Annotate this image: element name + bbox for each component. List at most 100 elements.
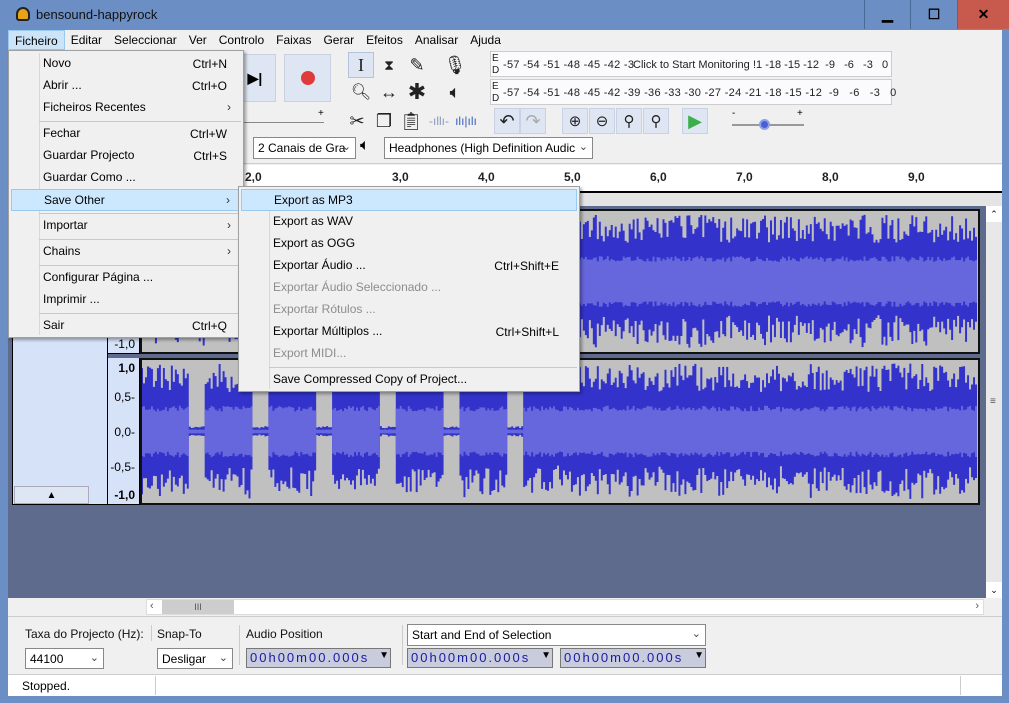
menu-item-abrir[interactable]: Abrir ... Ctrl+O	[11, 75, 241, 97]
play-speed-thumb[interactable]	[758, 119, 770, 130]
recording-channels-select[interactable]: 2 Canais de Gra ⌄	[253, 137, 356, 159]
selection-end-value: 00h00m00.000s	[564, 650, 684, 665]
horizontal-scrollbar[interactable]: ‹ ›	[146, 599, 984, 615]
dropdown-arrow-icon: ▼	[694, 650, 704, 661]
menu-ficheiro[interactable]: Ficheiro	[8, 30, 65, 50]
menu-editar[interactable]: Editar	[65, 30, 108, 50]
menu-analisar[interactable]: Analisar	[409, 30, 464, 50]
menu-gerar[interactable]: Gerar	[317, 30, 360, 50]
submenu-arrow-icon: ›	[227, 244, 231, 258]
snap-to-select[interactable]: Desligar ⌄	[157, 648, 233, 669]
audio-position-field[interactable]: 00h00m00.000s ▼	[246, 648, 391, 668]
undo-button[interactable]: ↶	[494, 108, 520, 134]
channel-e-label: E	[492, 81, 499, 92]
menu-ver[interactable]: Ver	[183, 30, 213, 50]
speaker-icon: 🔈︎	[360, 137, 370, 154]
cut-button[interactable]: ✂	[344, 108, 370, 134]
menu-separator	[39, 213, 241, 214]
menu-item-label: Abrir ...	[43, 78, 82, 92]
paste-button[interactable]: 📋︎	[398, 108, 424, 134]
volume-slider-track[interactable]	[240, 122, 324, 123]
shortcut: Ctrl+O	[191, 79, 227, 93]
playback-meter[interactable]: E D -57 -54 -51 -48 -45 -42 -39 -36 -33 …	[490, 79, 896, 105]
asterisk-icon: ✱	[407, 79, 427, 104]
menu-item-importar[interactable]: Importar ›	[11, 215, 241, 237]
zoom-in-button[interactable]: ⊕	[562, 108, 588, 134]
scroll-up-icon[interactable]: ⌃	[986, 206, 1002, 222]
menu-item-exportar-audio[interactable]: Exportar Áudio ... Ctrl+Shift+E	[241, 255, 577, 277]
start-monitoring-hint[interactable]: Click to Start Monitoring	[633, 59, 750, 71]
menu-item-export-mp3[interactable]: Export as MP3	[241, 189, 577, 211]
playback-meter-button[interactable]: 🔈︎	[442, 79, 468, 105]
redo-button[interactable]: ↷	[520, 108, 546, 134]
menu-item-label: Export as OGG	[273, 236, 356, 250]
menu-faixas[interactable]: Faixas	[270, 30, 317, 50]
channel-scale-right: 1,0 0,5- 0,0- -0,5- -1,0	[108, 358, 140, 505]
menu-item-label: Exportar Rótulos ...	[273, 302, 376, 316]
menu-item-export-ogg[interactable]: Export as OGG	[241, 233, 577, 255]
zoom-out-button[interactable]: ⊖	[589, 108, 615, 134]
zoom-tool[interactable]: 🔍︎	[348, 79, 374, 105]
play-at-speed-button[interactable]: ▶	[682, 108, 708, 134]
menu-item-ficheiros-recentes[interactable]: Ficheiros Recentes ›	[11, 97, 241, 119]
menu-item-fechar[interactable]: Fechar Ctrl+W	[11, 123, 241, 145]
ruler-tick: 5,0	[564, 170, 581, 184]
project-rate-select[interactable]: 44100 ⌄	[25, 648, 104, 669]
menu-controlo[interactable]: Controlo	[213, 30, 270, 50]
draw-tool[interactable]: ✎	[404, 52, 430, 78]
menu-bar: Ficheiro Editar Seleccionar Ver Controlo…	[8, 30, 1002, 50]
menu-item-novo[interactable]: Novo Ctrl+N	[11, 53, 241, 75]
menu-item-chains[interactable]: Chains ›	[11, 241, 241, 263]
menu-seleccionar[interactable]: Seleccionar	[108, 30, 183, 50]
minimize-button[interactable]: ▁	[864, 0, 910, 29]
fit-selection-icon: ⚲	[623, 113, 635, 130]
selection-mode-select[interactable]: Start and End of Selection ⌄	[407, 624, 706, 646]
scroll-grip-icon[interactable]: ≡	[990, 396, 996, 407]
menu-item-export-wav[interactable]: Export as WAV	[241, 211, 577, 233]
record-meter-ticks-right: !1 -18 -15 -12 -9 -6 -3 0	[753, 59, 889, 71]
i-beam-icon: I	[358, 54, 364, 75]
scroll-down-icon[interactable]: ⌄	[986, 582, 1002, 598]
scroll-left-icon[interactable]: ‹	[150, 600, 154, 612]
menu-item-imprimir[interactable]: Imprimir ...	[11, 289, 241, 311]
scale-label: -0,5-	[110, 460, 135, 474]
maximize-button[interactable]: ☐	[910, 0, 957, 29]
menu-item-label: Guardar Projecto	[43, 148, 135, 162]
time-shift-tool[interactable]: ↔	[376, 79, 402, 105]
menu-item-guardar-como[interactable]: Guardar Como ...	[11, 167, 241, 189]
copy-button[interactable]: ❐	[371, 108, 397, 134]
horizontal-scroll-thumb[interactable]: III	[162, 600, 234, 614]
submenu-arrow-icon: ›	[227, 218, 231, 232]
selection-tool[interactable]: I	[348, 52, 374, 78]
fit-selection-button[interactable]: ⚲	[616, 108, 642, 134]
menu-item-label: Importar	[43, 218, 88, 232]
menu-item-save-other[interactable]: Save Other ›	[11, 189, 241, 211]
magnifier-icon: 🔍︎	[350, 84, 372, 101]
scroll-right-icon[interactable]: ›	[975, 600, 979, 612]
menu-item-configurar-pagina[interactable]: Configurar Página ...	[11, 267, 241, 289]
record-button[interactable]	[284, 54, 331, 102]
collapse-track-button[interactable]: ▲	[14, 486, 89, 504]
record-meter-button[interactable]: 🎙︎	[442, 52, 468, 78]
close-button[interactable]: ✕	[957, 0, 1009, 29]
menu-item-save-compressed-copy[interactable]: Save Compressed Copy of Project...	[241, 369, 577, 391]
menu-item-label: Export as MP3	[274, 193, 353, 207]
menu-item-exportar-multiplos[interactable]: Exportar Múltiplos ... Ctrl+Shift+L	[241, 321, 577, 343]
envelope-tool[interactable]: ⧗	[376, 52, 402, 78]
menu-item-sair[interactable]: Sair Ctrl+Q	[11, 315, 241, 337]
divider	[155, 676, 156, 695]
ruler-tick: 2,0	[245, 170, 262, 184]
menu-item-guardar-projecto[interactable]: Guardar Projecto Ctrl+S	[11, 145, 241, 167]
selection-start-field[interactable]: 00h00m00.000s ▼	[407, 648, 553, 668]
menu-ajuda[interactable]: Ajuda	[464, 30, 507, 50]
trim-button[interactable]: -ıllı-	[426, 108, 452, 134]
silence-button[interactable]: ılı|ılı	[453, 108, 479, 134]
record-meter[interactable]: E D -57 -54 -51 -48 -45 -42 -3 Click to …	[490, 51, 892, 77]
multi-tool[interactable]: ✱	[404, 79, 430, 105]
fit-project-button[interactable]: ⚲	[643, 108, 669, 134]
selection-end-field[interactable]: 00h00m00.000s ▼	[560, 648, 706, 668]
vertical-scrollbar[interactable]: ⌃ ≡ ⌄	[986, 206, 1002, 598]
channel-d-label: D	[492, 65, 500, 76]
playback-device-select[interactable]: Headphones (High Definition Audic ⌄	[384, 137, 593, 159]
menu-efeitos[interactable]: Efeitos	[360, 30, 409, 50]
